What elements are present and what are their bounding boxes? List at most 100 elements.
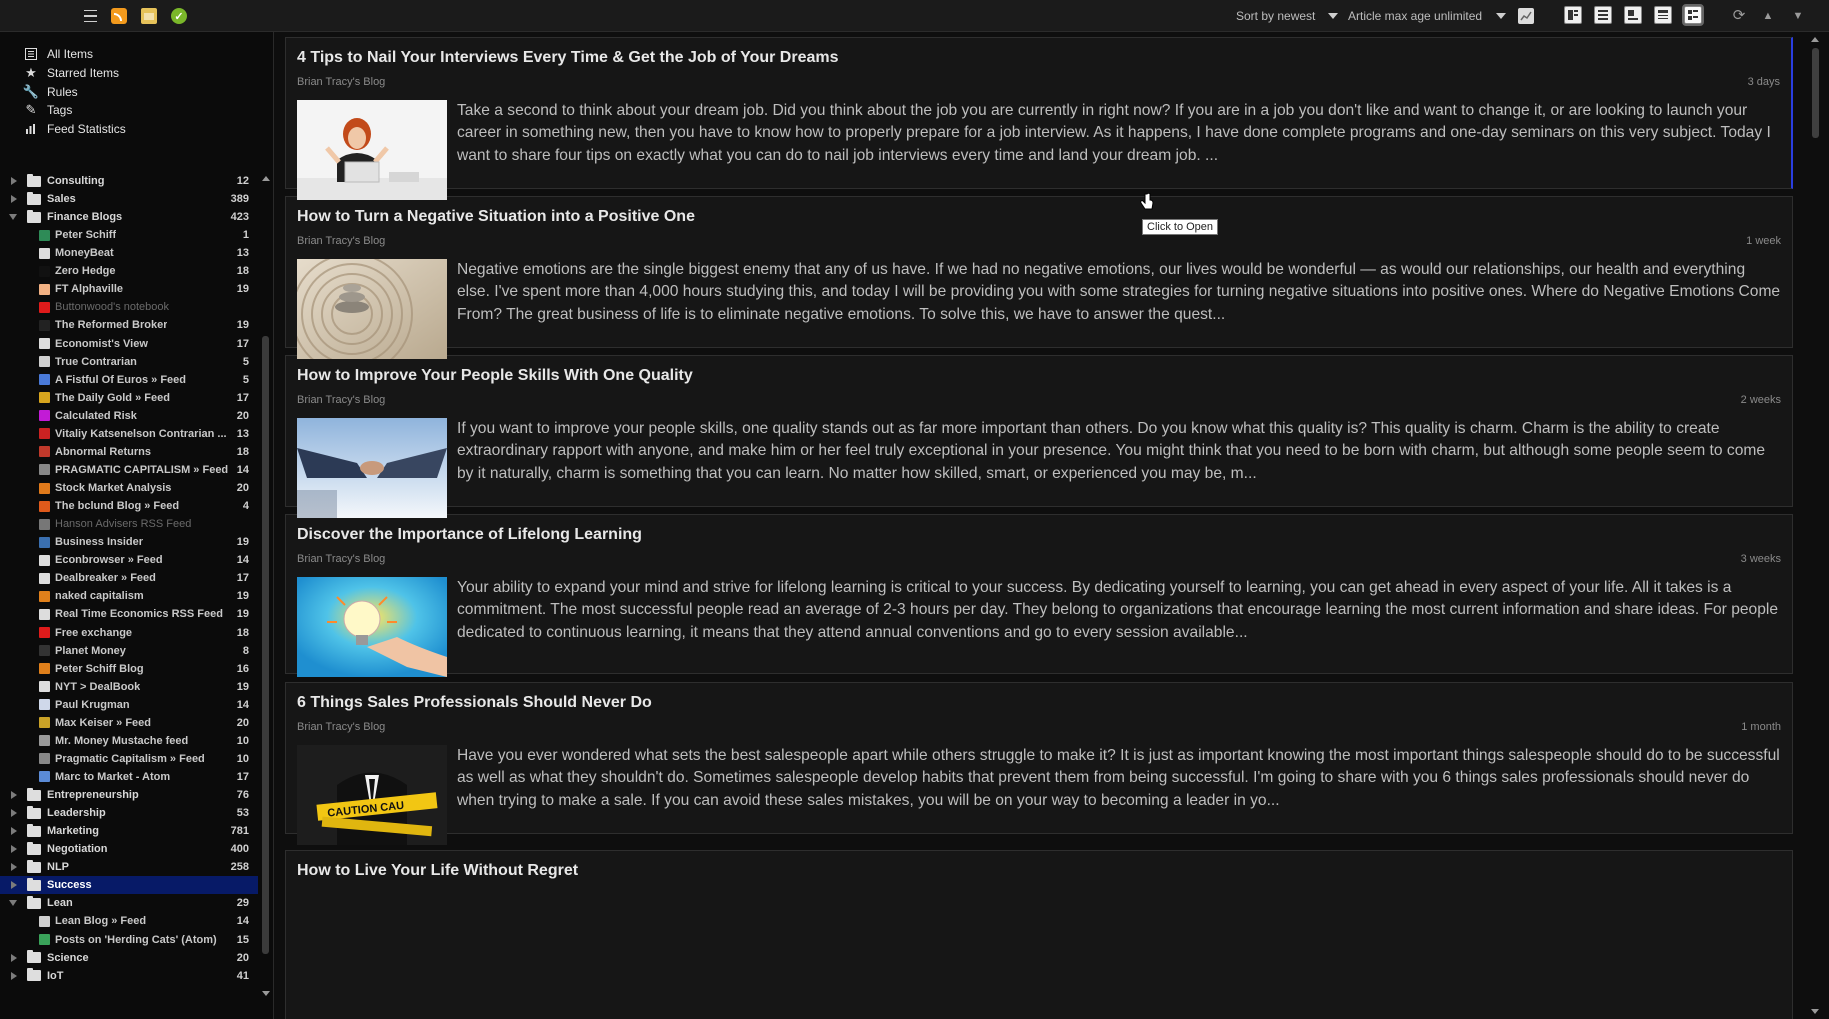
view-magazine-icon[interactable] [1624, 6, 1642, 24]
expand-arrow-icon[interactable] [11, 827, 17, 836]
feed-max-keiser-feed[interactable]: Max Keiser » Feed 20 [0, 714, 258, 732]
scroll-up-icon[interactable] [262, 176, 270, 181]
menu-icon[interactable] [82, 8, 98, 24]
sort-select[interactable]: Sort by newest [1236, 9, 1315, 23]
expand-arrow-icon[interactable] [11, 845, 17, 854]
folder-negotiation[interactable]: Negotiation 400 [0, 840, 258, 858]
article-title[interactable]: Discover the Importance of Lifelong Lear… [297, 526, 642, 544]
feed-mr-money-mustache-feed[interactable]: Mr. Money Mustache feed 10 [0, 732, 258, 750]
article-thumbnail[interactable] [297, 100, 447, 200]
article-title[interactable]: How to Live Your Life Without Regret [297, 862, 578, 880]
expand-arrow-icon[interactable] [11, 881, 17, 890]
scroll-down-icon[interactable] [262, 991, 270, 996]
expand-arrow-icon[interactable] [11, 971, 17, 980]
sidebar-scroll-thumb[interactable] [262, 336, 269, 954]
sidebar-scrollbar[interactable] [259, 172, 273, 1000]
mark-all-read-icon[interactable]: ✓ [171, 8, 187, 24]
article-title[interactable]: 6 Things Sales Professionals Should Neve… [297, 694, 652, 712]
filter-icon[interactable] [1518, 8, 1534, 24]
article-title[interactable]: How to Turn a Negative Situation into a … [297, 208, 695, 226]
feed-peter-schiff[interactable]: Peter Schiff 1 [0, 226, 258, 244]
feed-the-bclund-blog-feed[interactable]: The bclund Blog » Feed 4 [0, 497, 258, 515]
folder-finance-blogs[interactable]: Finance Blogs 423 [0, 208, 258, 226]
add-folder-icon[interactable] [141, 8, 157, 24]
nav-starred-items[interactable]: ★ Starred Items [24, 64, 119, 82]
collapse-arrow-icon[interactable] [9, 900, 17, 907]
article-title[interactable]: 4 Tips to Nail Your Interviews Every Tim… [297, 49, 839, 67]
feed-abnormal-returns[interactable]: Abnormal Returns 18 [0, 443, 258, 461]
feed-planet-money[interactable]: Planet Money 8 [0, 642, 258, 660]
folder-leadership[interactable]: Leadership 53 [0, 804, 258, 822]
feed-true-contrarian[interactable]: True Contrarian 5 [0, 353, 258, 371]
age-select[interactable]: Article max age unlimited [1348, 9, 1482, 23]
view-full-icon[interactable] [1682, 4, 1704, 26]
folder-success[interactable]: Success [0, 876, 258, 895]
folder-marketing[interactable]: Marketing 781 [0, 822, 258, 840]
article-summary[interactable]: If you want to improve your people skill… [457, 418, 1781, 485]
view-compact-icon[interactable] [1594, 6, 1612, 24]
nav-all-items[interactable]: All Items [24, 45, 93, 63]
feed-econbrowser-feed[interactable]: Econbrowser » Feed 14 [0, 551, 258, 569]
article-summary[interactable]: Your ability to expand your mind and str… [457, 577, 1781, 644]
article-card[interactable]: How to Turn a Negative Situation into a … [285, 196, 1793, 359]
feed-lean-blog-feed[interactable]: Lean Blog » Feed 14 [0, 912, 258, 930]
feed-pragmatic-capitalism-feed[interactable]: Pragmatic Capitalism » Feed 10 [0, 750, 258, 768]
expand-arrow-icon[interactable] [11, 177, 17, 185]
expand-arrow-icon[interactable] [11, 195, 17, 204]
article-summary[interactable]: Negative emotions are the single biggest… [457, 259, 1781, 326]
feed-dealbreaker-feed[interactable]: Dealbreaker » Feed 17 [0, 569, 258, 587]
feed-stock-market-analysis[interactable]: Stock Market Analysis 20 [0, 479, 258, 497]
article-source[interactable]: Brian Tracy's Blog [297, 721, 385, 733]
previous-article-icon[interactable]: ▲ [1760, 8, 1776, 24]
rss-feed-icon[interactable] [111, 8, 127, 24]
feed-business-insider[interactable]: Business Insider 19 [0, 533, 258, 551]
article-source[interactable]: Brian Tracy's Blog [297, 394, 385, 406]
next-article-icon[interactable]: ▼ [1790, 8, 1806, 24]
folder-nlp[interactable]: NLP 258 [0, 858, 258, 876]
article-source[interactable]: Brian Tracy's Blog [297, 235, 385, 247]
article-title[interactable]: How to Improve Your People Skills With O… [297, 367, 693, 385]
feed-the-reformed-broker[interactable]: The Reformed Broker 19 [0, 316, 258, 334]
article-summary[interactable]: Take a second to think about your dream … [457, 100, 1780, 167]
folder-science[interactable]: Science 20 [0, 949, 258, 967]
feed-hanson-advisers-rss-feed[interactable]: Hanson Advisers RSS Feed [0, 515, 258, 533]
page-scroll-up-icon[interactable] [1811, 37, 1819, 42]
feed-zero-hedge[interactable]: Zero Hedge 18 [0, 262, 258, 280]
sort-caret-icon[interactable] [1328, 13, 1338, 19]
article-card[interactable]: Discover the Importance of Lifelong Lear… [285, 514, 1793, 677]
page-scroll-thumb[interactable] [1812, 48, 1819, 138]
article-card[interactable]: 4 Tips to Nail Your Interviews Every Tim… [285, 37, 1793, 200]
feed-real-time-economics-rss-feed[interactable]: Real Time Economics RSS Feed 19 [0, 605, 258, 623]
expand-arrow-icon[interactable] [11, 791, 17, 800]
feed-the-daily-gold-feed[interactable]: The Daily Gold » Feed 17 [0, 389, 258, 407]
feed-economist-s-view[interactable]: Economist's View 17 [0, 335, 258, 353]
collapse-arrow-icon[interactable] [9, 214, 17, 221]
view-list-icon[interactable] [1564, 6, 1582, 24]
feed-ft-alphaville[interactable]: FT Alphaville 19 [0, 280, 258, 298]
expand-arrow-icon[interactable] [11, 953, 17, 962]
feed-buttonwood-s-notebook[interactable]: Buttonwood's notebook [0, 298, 258, 316]
folder-consulting[interactable]: Consulting 12 [0, 172, 258, 190]
article-thumbnail[interactable] [297, 577, 447, 687]
folder-entrepreneurship[interactable]: Entrepreneurship 76 [0, 786, 258, 804]
feed-posts-on-herding-cats-atom[interactable]: Posts on 'Herding Cats' (Atom) 15 [0, 931, 258, 949]
feed-paul-krugman[interactable]: Paul Krugman 14 [0, 696, 258, 714]
refresh-icon[interactable]: ⟳ [1731, 8, 1747, 24]
feed-marc-to-market-atom[interactable]: Marc to Market - Atom 17 [0, 768, 258, 786]
feed-pragmatic-capitalism-feed[interactable]: PRAGMATIC CAPITALISM » Feed 14 [0, 461, 258, 479]
feed-naked-capitalism[interactable]: naked capitalism 19 [0, 587, 258, 605]
article-card[interactable]: 6 Things Sales Professionals Should Neve… [285, 682, 1793, 845]
feed-nyt-dealbook[interactable]: NYT > DealBook 19 [0, 678, 258, 696]
article-thumbnail[interactable] [297, 418, 447, 518]
article-thumbnail[interactable] [297, 259, 447, 359]
feed-a-fistful-of-euros-feed[interactable]: A Fistful Of Euros » Feed 5 [0, 371, 258, 389]
article-card[interactable]: How to Live Your Life Without Regret [285, 850, 1793, 1019]
feed-calculated-risk[interactable]: Calculated Risk 20 [0, 407, 258, 425]
nav-rules[interactable]: 🔧 Rules [23, 83, 78, 101]
feed-peter-schiff-blog[interactable]: Peter Schiff Blog 16 [0, 660, 258, 678]
nav-tags[interactable]: ✎ Tags [24, 101, 73, 119]
feed-free-exchange[interactable]: Free exchange 18 [0, 624, 258, 642]
folder-iot[interactable]: IoT 41 [0, 967, 258, 985]
nav-feed-statistics[interactable]: Feed Statistics [24, 120, 126, 138]
expand-arrow-icon[interactable] [11, 809, 17, 818]
